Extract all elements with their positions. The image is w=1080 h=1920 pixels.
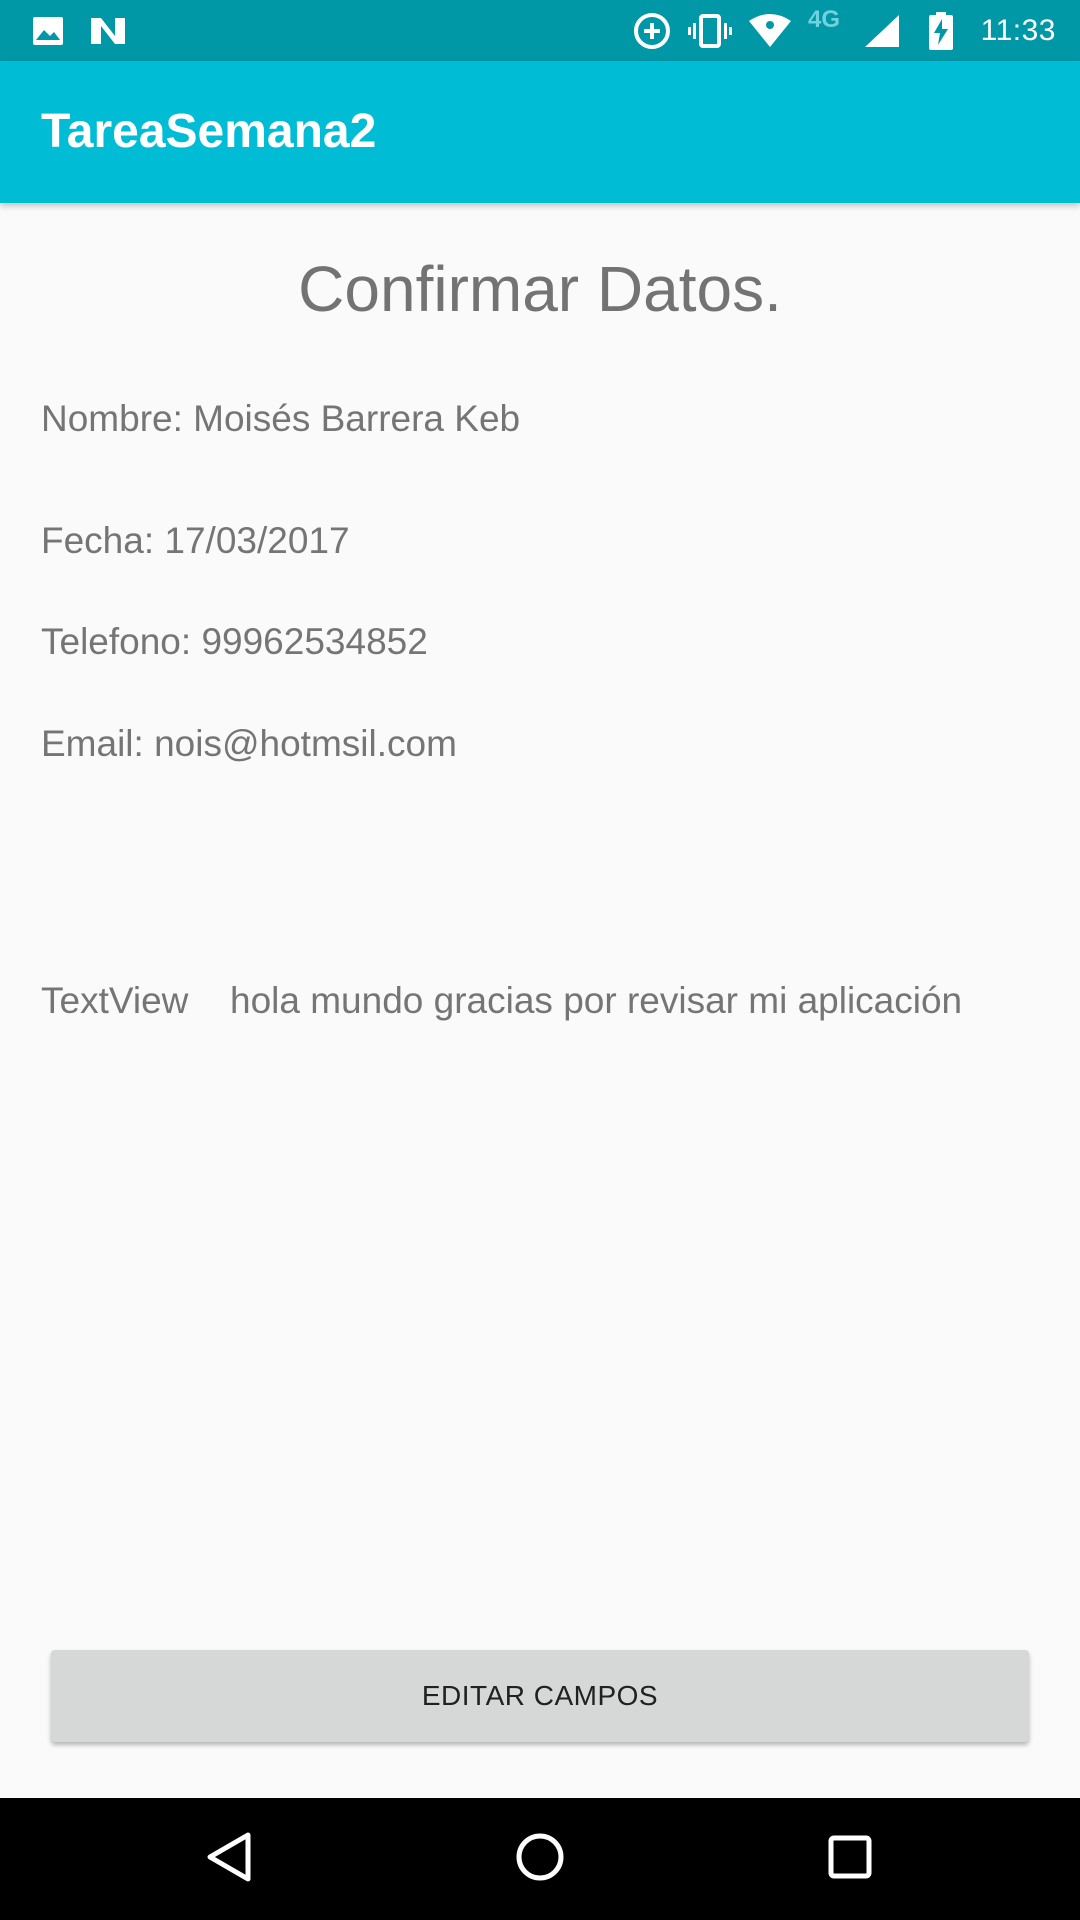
signal-icon [862,0,902,61]
status-time: 11:33 [980,14,1056,47]
recents-icon [827,1834,873,1885]
data-saver-icon [630,0,674,61]
navigation-bar [0,1798,1080,1920]
image-notification-icon [30,0,66,61]
battery-charging-icon [926,0,956,61]
edit-fields-button[interactable]: EDITAR CAMPOS [51,1650,1029,1742]
message-text: hola mundo gracias por revisar mi aplica… [230,980,963,1021]
home-icon [514,1831,566,1888]
home-button[interactable] [460,1798,620,1920]
email-text: Email: nois@hotmsil.com [41,723,457,764]
name-text: Nombre: Moisés Barrera Keb [41,398,521,439]
network-type-label: 4G [808,6,841,33]
status-bar: 4G 11:33 [0,0,1080,61]
page-title: Confirmar Datos. [298,253,782,325]
app-bar: TareaSemana2 [0,61,1080,203]
n-notification-icon [88,0,128,61]
screen: 4G 11:33 TareaSemana2 Confirmar Datos. N… [0,0,1080,1920]
recents-button[interactable] [770,1798,930,1920]
back-icon [206,1831,254,1888]
textview-label: TextView [41,980,189,1021]
app-title: TareaSemana2 [41,105,377,158]
phone-text: Telefono: 99962534852 [41,621,428,662]
vibrate-icon [686,0,734,61]
wifi-icon [746,0,794,61]
date-text: Fecha: 17/03/2017 [41,520,350,561]
back-button[interactable] [150,1798,310,1920]
